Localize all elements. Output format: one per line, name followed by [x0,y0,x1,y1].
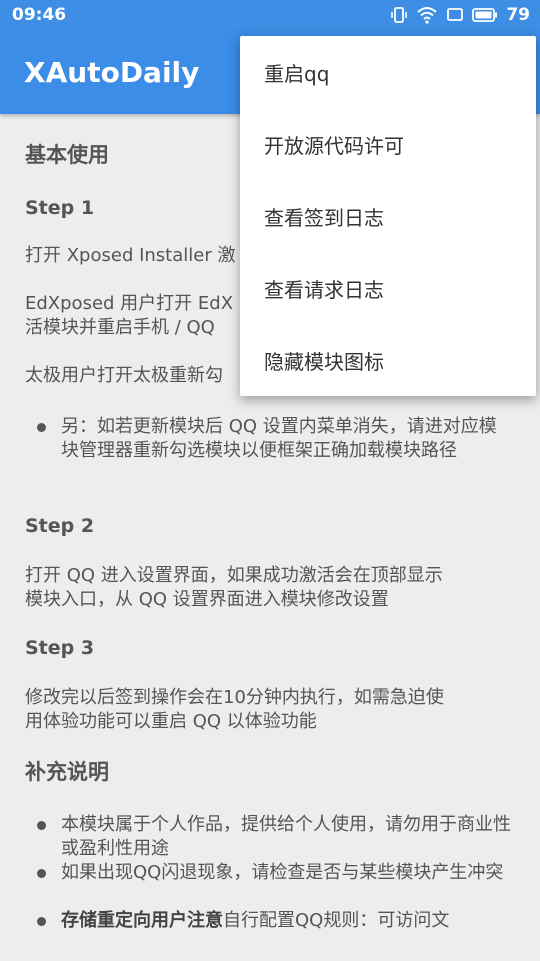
menu-item-hide-icon[interactable]: 隐藏模块图标 [240,324,536,396]
app-title: XAutoDaily [24,56,200,89]
overflow-menu: 重启qq 开放源代码许可 查看签到日志 查看请求日志 隐藏模块图标 [240,36,536,396]
bullet-dot [37,917,46,926]
menu-item-restart-qq[interactable]: 重启qq [240,36,536,108]
step3-label: Step 3 [25,637,95,659]
menu-item-signin-log[interactable]: 查看签到日志 [240,180,536,252]
battery-level: 79 [506,5,530,25]
bullet-dot [37,869,46,878]
menu-item-label: 重启qq [264,62,330,86]
status-icons: 79 [390,5,530,25]
menu-item-request-log[interactable]: 查看请求日志 [240,252,536,324]
bullet-dot [37,423,46,432]
section-heading-supplement: 补充说明 [25,760,109,784]
step1-line3: 太极用户打开太极重新勾 [25,365,223,386]
step1-line2b: 活模块并重启手机 / QQ [25,317,215,338]
supplement-bullet-3: 存储重定向用户注意自行配置QQ规则：可访问文 [61,909,511,933]
vibrate-icon [391,7,408,23]
step2-line1: 打开 QQ 进入设置界面，如果成功激活会在顶部显示 [25,565,443,586]
menu-item-open-source-licenses[interactable]: 开放源代码许可 [240,108,536,180]
supplement-bullet-1: 本模块属于个人作品，提供给个人使用，请勿用于商业性或盈利性用途 [61,814,511,859]
step2-line2: 模块入口，从 QQ 设置界面进入模块修改设置 [25,589,389,610]
supplement-bullet-3-bold: 存储重定向用户注意 [61,910,223,931]
menu-item-label: 查看签到日志 [264,206,384,230]
supplement-bullet-2: 如果出现QQ闪退现象，请检查是否与某些模块产生冲突 [61,862,504,883]
menu-item-label: 开放源代码许可 [264,134,404,158]
status-time: 09:46 [12,5,67,25]
step1-note: 另：如若更新模块后 QQ 设置内菜单消失，请进对应模块管理器重新勾选模块以便框架… [61,416,497,461]
step3-line2: 用体验功能可以重启 QQ 以体验功能 [25,711,317,732]
battery-icon [472,8,498,22]
step1-label: Step 1 [25,197,95,219]
section-heading-basic: 基本使用 [25,143,109,167]
menu-item-label: 隐藏模块图标 [264,350,384,374]
step1-line2a: EdXposed 用户打开 EdX [25,293,234,314]
step2-label: Step 2 [25,515,95,537]
step1-line1: 打开 Xposed Installer 激 [25,245,236,266]
status-bar: 09:46 79 [0,0,540,32]
screen-icon [447,8,464,21]
menu-item-label: 查看请求日志 [264,278,384,302]
supplement-bullet-3-text: 自行配置QQ规则：可访问文 [223,910,450,931]
wifi-icon [417,7,437,24]
bullet-dot [37,821,46,830]
step3-line1: 修改完以后签到操作会在10分钟内执行，如需急迫使 [25,687,444,708]
